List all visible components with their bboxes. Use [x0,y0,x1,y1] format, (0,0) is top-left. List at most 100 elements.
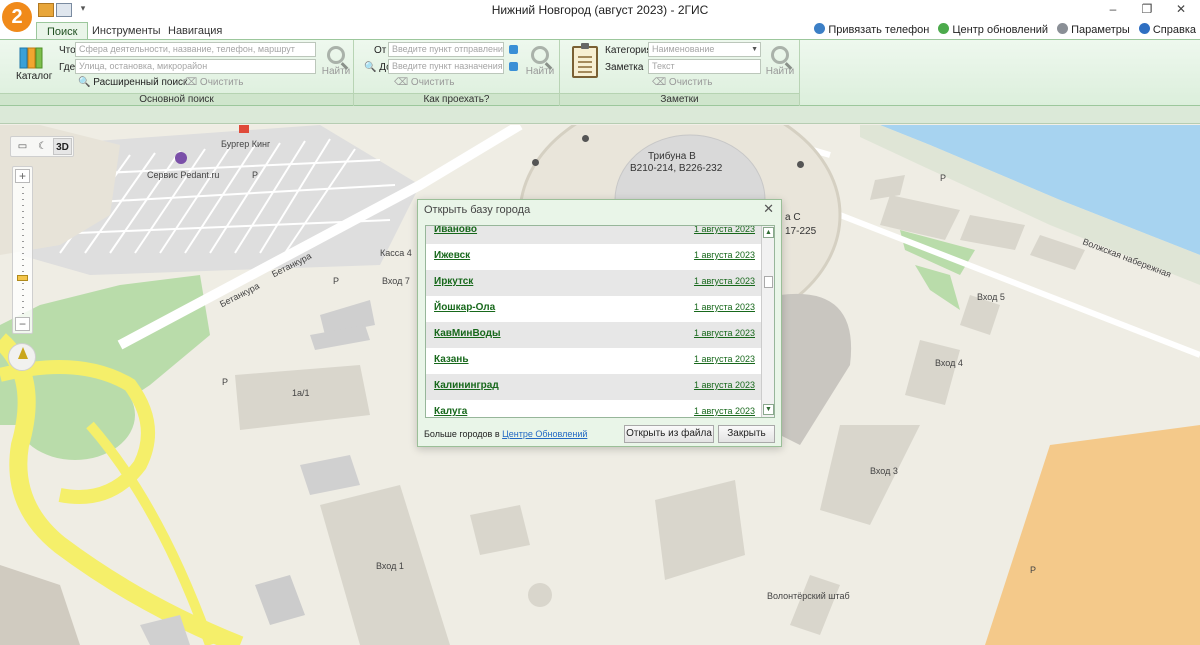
building-square [655,480,745,580]
city-date[interactable]: 1 августа 2023 [694,328,755,338]
where-label: Где [59,62,76,73]
city-list[interactable]: Иваново 1 августа 2023 Ижевск 1 августа … [425,225,775,418]
building-embank-3 [960,215,1025,250]
note-label: Заметка [605,62,644,73]
list-item[interactable]: Калининград 1 августа 2023 [426,374,763,400]
dialog-close-icon[interactable]: ✕ [763,201,774,217]
group-main-search: Каталог Что Сфера деятельности, название… [0,40,354,106]
scroll-down-icon[interactable]: ▼ [763,404,774,415]
burger-marker-icon[interactable] [239,125,249,133]
pedant-marker-icon[interactable] [175,152,187,164]
link-help[interactable]: Справка [1138,23,1196,36]
link-settings[interactable]: Параметры [1057,23,1130,36]
zoom-out-button[interactable]: − [15,317,30,331]
what-label: Что [59,45,76,56]
list-item[interactable]: Йошкар-Ола 1 августа 2023 [426,296,763,322]
city-date[interactable]: 1 августа 2023 [694,354,755,364]
city-name[interactable]: Иркутск [434,276,473,287]
city-date[interactable]: 1 августа 2023 [694,380,755,390]
label-vhod1: Вход 1 [376,561,404,571]
category-select[interactable]: Наименование ▼ [648,42,761,57]
info-icon[interactable] [797,161,804,168]
city-name[interactable]: Казань [434,354,469,365]
list-item[interactable]: Иваново 1 августа 2023 [426,226,763,244]
poi-burger-king[interactable]: Бургер Кинг [221,139,270,149]
city-name[interactable]: Иваново [434,226,477,235]
minimize-button[interactable]: – [1098,2,1128,16]
tab-search[interactable]: Поиск [36,22,89,40]
block-bottom-left [0,565,80,645]
clear-route-button[interactable]: ⌫ Очистить [394,77,454,88]
from-input[interactable]: Введите пункт отправления [388,42,504,57]
clear-search-button[interactable]: ⌫ Очистить [183,77,243,88]
city-date[interactable]: 1 августа 2023 [694,250,755,260]
parking-label: P [333,276,340,286]
tab-navigation[interactable]: Навигация [158,22,232,40]
clipboard-icon[interactable] [572,43,598,78]
info-icon[interactable] [582,135,589,142]
open-city-dialog: Открыть базу города ✕ Иваново 1 августа … [417,199,782,447]
label-volunteer-hq[interactable]: Волонтёрский штаб [767,591,850,601]
update-center-link[interactable]: Центре Обновлений [502,429,587,439]
search-find-button[interactable]: Найти [318,46,354,86]
info-icon[interactable] [532,159,539,166]
to-pin-icon[interactable] [509,62,518,71]
catalog-label[interactable]: Каталог [16,71,52,82]
close-dialog-button[interactable]: Закрыть [718,425,775,443]
city-date[interactable]: 1 августа 2023 [694,302,755,312]
city-date[interactable]: 1 августа 2023 [694,406,755,416]
catalog-icon[interactable] [18,46,44,70]
list-item[interactable]: Казань 1 августа 2023 [426,348,763,374]
scroll-thumb[interactable] [764,276,773,288]
poi-pedant[interactable]: Сервис Pedant.ru [147,170,219,180]
list-item[interactable]: Калуга 1 августа 2023 [426,400,763,417]
list-item[interactable]: Ижевск 1 августа 2023 [426,244,763,270]
label-kassa: Касса 4 [380,248,412,258]
building-entrance4 [905,340,960,405]
route-find-button[interactable]: Найти [522,46,558,86]
ribbon: Каталог Что Сфера деятельности, название… [0,39,1200,106]
list-item[interactable]: КавМинВоды 1 августа 2023 [426,322,763,348]
label-vhod7: Вход 7 [382,276,410,286]
what-input[interactable]: Сфера деятельности, название, телефон, м… [75,42,316,57]
moon-icon[interactable]: ☾ [33,138,52,155]
parking-label: P [1030,565,1037,575]
city-name[interactable]: Ижевск [434,250,470,261]
label-tribune-c1: а С [785,212,801,223]
compass-icon[interactable] [8,343,36,371]
note-input[interactable]: Текст [648,59,761,74]
open-from-file-button[interactable]: Открыть из файла [624,425,714,443]
city-date[interactable]: 1 августа 2023 [694,276,755,286]
notes-find-button[interactable]: Найти [762,46,798,86]
building-gray-4 [255,575,305,625]
city-name[interactable]: Калининград [434,380,499,391]
close-window-button[interactable]: ✕ [1166,2,1196,16]
advanced-search-button[interactable]: 🔍 Расширенный поиск [78,77,187,88]
where-input[interactable]: Улица, остановка, микрорайон [75,59,316,74]
maximize-button[interactable]: ❐ [1132,2,1162,16]
gear-icon [1057,23,1069,34]
from-label: От [374,45,387,56]
zoom-scale[interactable] [22,187,24,315]
city-date[interactable]: 1 августа 2023 [694,226,755,234]
clear-notes-button[interactable]: ⌫ Очистить [652,77,712,88]
label-building-1a1: 1а/1 [292,388,310,398]
scroll-up-icon[interactable]: ▲ [763,227,774,238]
city-name[interactable]: КавМинВоды [434,328,501,339]
city-name[interactable]: Йошкар-Ола [434,302,495,313]
zoom-slider-handle[interactable] [17,275,28,281]
group-route: От Введите пункт отправления 🔍 До Введит… [354,40,560,106]
to-input[interactable]: Введите пункт назначения [388,59,504,74]
view-3d-button[interactable]: 3D [53,138,72,155]
list-scrollbar[interactable]: ▲ ▼ [761,226,774,417]
link-bind-phone[interactable]: Привязать телефон [814,23,929,36]
group-label-notes: Заметки [560,93,799,105]
ruler-icon[interactable]: ▭ [13,138,32,155]
list-item[interactable]: Иркутск 1 августа 2023 [426,270,763,296]
zoom-in-button[interactable]: + [15,169,30,183]
link-update-center[interactable]: Центр обновлений [938,23,1048,36]
city-name[interactable]: Калуга [434,406,467,417]
app-logo[interactable]: 2 [2,2,32,32]
from-pin-icon[interactable] [509,45,518,54]
window-title: Нижний Новгород (август 2023) - 2ГИС [491,3,709,17]
